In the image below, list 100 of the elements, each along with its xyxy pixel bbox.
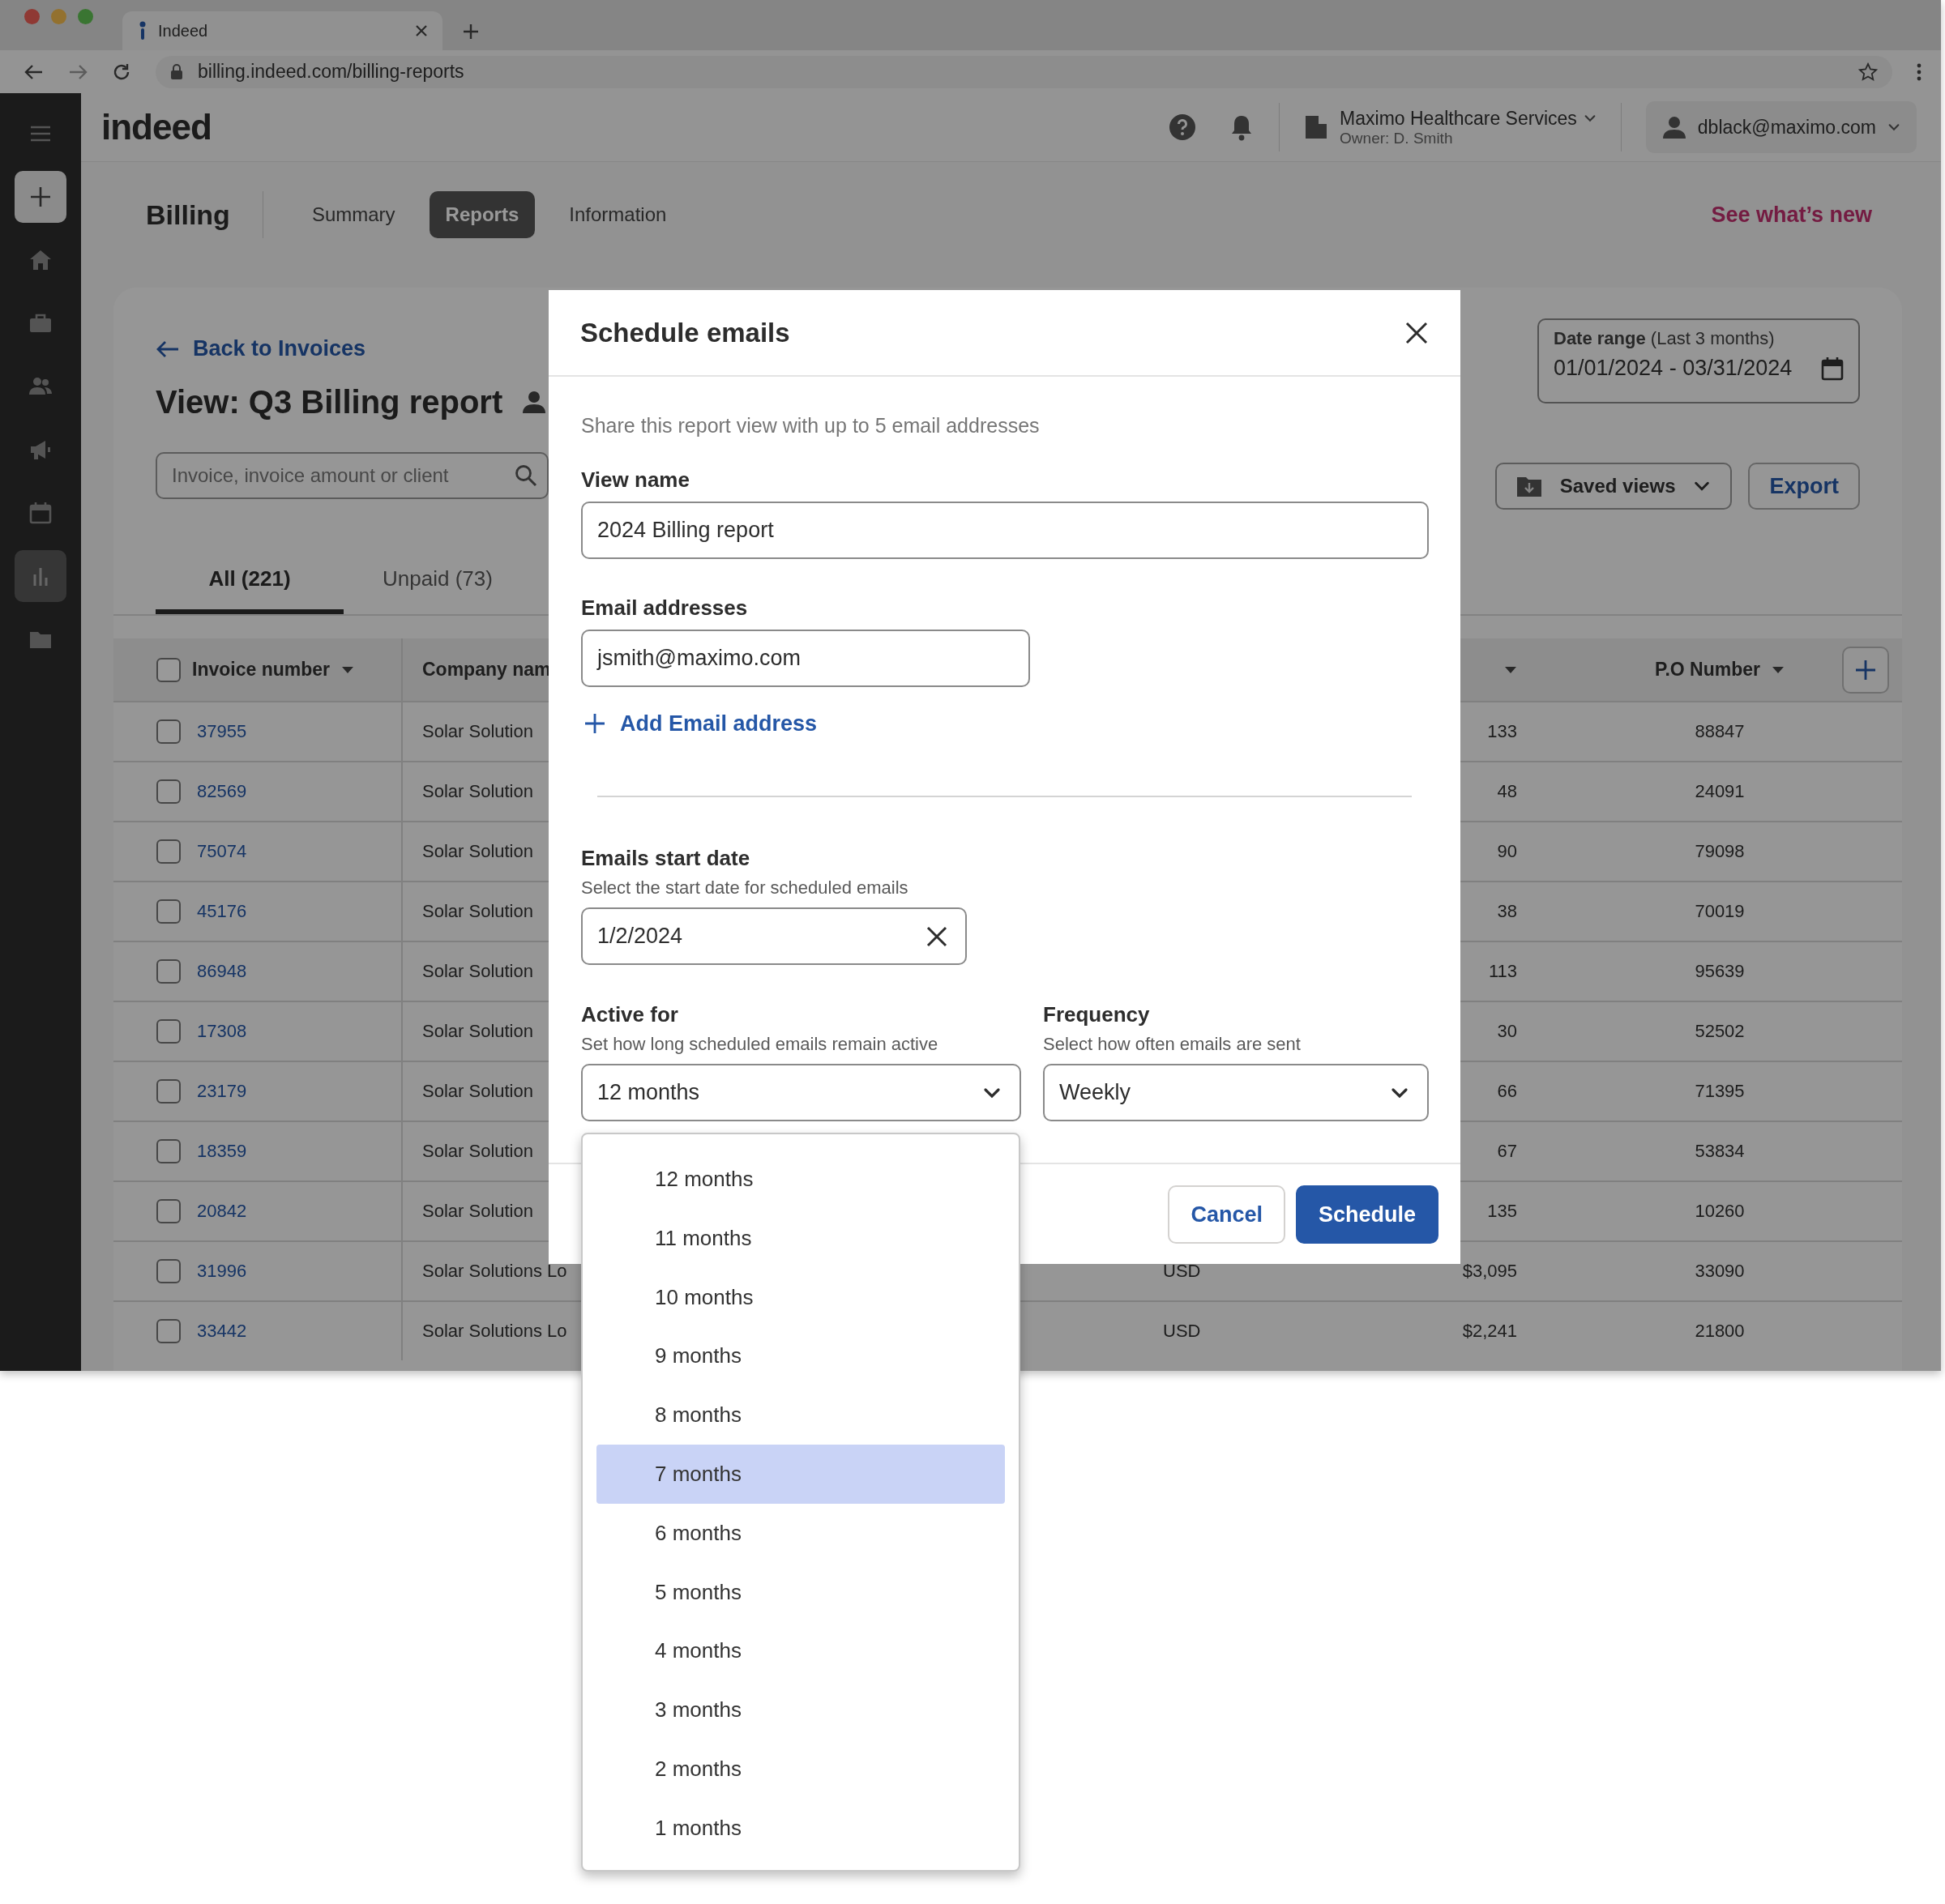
clear-icon[interactable] — [926, 925, 947, 947]
nav-tab[interactable]: Reports — [429, 191, 536, 238]
add-column-button[interactable] — [1842, 646, 1889, 694]
sort-caret-icon[interactable] — [1504, 665, 1517, 674]
checkbox[interactable] — [156, 1319, 181, 1343]
invoice-link[interactable]: 86948 — [197, 961, 247, 982]
date-field[interactable]: 1/2/2024 — [581, 907, 967, 965]
dropdown-option[interactable]: 12 months — [596, 1150, 1005, 1209]
search-icon[interactable] — [515, 464, 537, 487]
table-cell: 66 — [1497, 1081, 1517, 1102]
checkbox[interactable] — [156, 779, 181, 804]
help-icon[interactable] — [1169, 113, 1197, 141]
saved-views-button[interactable]: Saved views — [1494, 463, 1733, 510]
invoice-link[interactable]: 82569 — [197, 781, 247, 802]
whats-new-link[interactable]: See what’s new — [1711, 202, 1872, 228]
invoice-link[interactable]: 37955 — [197, 721, 247, 742]
logo[interactable]: indeed — [101, 107, 212, 147]
new-tab-icon[interactable] — [462, 23, 480, 41]
table-cell: 53834 — [1695, 1141, 1745, 1162]
more-icon[interactable] — [1917, 62, 1921, 82]
checkbox[interactable] — [156, 719, 181, 744]
window-control-icon[interactable] — [24, 8, 40, 24]
table-cell: 38 — [1497, 901, 1517, 922]
table-cell: 133 — [1487, 721, 1517, 742]
close-icon[interactable] — [1405, 321, 1428, 344]
dropdown-option[interactable]: 7 months — [596, 1445, 1005, 1504]
invoice-link[interactable]: 45176 — [197, 901, 247, 922]
filter-tab[interactable]: Unpaid (73) — [344, 553, 532, 614]
export-button[interactable]: Export — [1748, 463, 1860, 510]
user-menu-button[interactable]: dblack@maximo.com — [1645, 101, 1917, 153]
select-field[interactable]: 12 months — [581, 1064, 1021, 1121]
dropdown-option[interactable]: 1 months — [596, 1798, 1005, 1858]
filter-tab[interactable]: All (221) — [156, 553, 344, 614]
back-link[interactable]: Back to Invoices — [156, 336, 366, 361]
nav-tab[interactable]: Information — [553, 191, 683, 238]
arrow-left-icon — [156, 339, 180, 358]
table-cell: Solar Solutions Lo — [422, 1321, 567, 1342]
invoice-link[interactable]: 17308 — [197, 1021, 247, 1042]
email-field[interactable]: jsmith@maximo.com — [581, 630, 1030, 687]
back-icon[interactable] — [24, 63, 44, 80]
cancel-button[interactable]: Cancel — [1168, 1185, 1285, 1244]
checkbox[interactable] — [156, 657, 181, 682]
table-cell: 135 — [1487, 1201, 1517, 1222]
person-icon — [1661, 115, 1686, 139]
dropdown-option[interactable]: 4 months — [596, 1621, 1005, 1681]
dropdown-option[interactable]: 8 months — [596, 1385, 1005, 1445]
checkbox[interactable] — [156, 959, 181, 984]
table-cell: 88847 — [1695, 721, 1745, 742]
select-field[interactable]: Weekly — [1043, 1064, 1429, 1121]
dropdown-option[interactable]: 5 months — [596, 1562, 1005, 1622]
dropdown-option[interactable]: 9 months — [596, 1326, 1005, 1386]
sort-caret-icon[interactable] — [341, 665, 354, 674]
close-tab-icon[interactable] — [415, 24, 428, 37]
dropdown-option[interactable]: 11 months — [596, 1208, 1005, 1268]
sidebar-button[interactable] — [15, 550, 66, 602]
field-hint: Select the start date for scheduled emails — [581, 877, 908, 899]
field-hint: Select how often emails are sent — [1043, 1033, 1302, 1056]
checkbox[interactable] — [156, 1139, 181, 1163]
bookmark-star-icon[interactable] — [1858, 62, 1878, 82]
table-cell: Solar Solution — [422, 841, 533, 862]
table-cell: 113 — [1488, 961, 1517, 982]
dropdown-option[interactable]: 2 months — [596, 1739, 1005, 1799]
invoice-link[interactable]: 33442 — [197, 1321, 247, 1342]
table-cell: 33090 — [1695, 1261, 1745, 1282]
schedule-button[interactable]: Schedule — [1295, 1185, 1438, 1244]
checkbox[interactable] — [156, 1019, 181, 1044]
text-field[interactable]: 2024 Billing report — [581, 502, 1429, 559]
table-cell: 52502 — [1695, 1021, 1745, 1042]
invoice-link[interactable]: 23179 — [197, 1081, 247, 1102]
field-label: Emails start date — [581, 845, 750, 872]
add-email-link[interactable]: Add Email address — [581, 710, 818, 737]
checkbox[interactable] — [156, 899, 181, 924]
table-cell: 67 — [1497, 1141, 1517, 1162]
forward-icon[interactable] — [68, 63, 88, 80]
reload-icon[interactable] — [112, 62, 131, 82]
table-cell: Solar Solution — [422, 1141, 533, 1162]
table-cell: USD — [1163, 1321, 1201, 1342]
dropdown-option[interactable]: 3 months — [596, 1680, 1005, 1740]
modal-title: Schedule emails — [580, 317, 790, 348]
checkbox[interactable] — [156, 1079, 181, 1104]
search-field[interactable]: Invoice, invoice amount or client — [156, 452, 549, 499]
browser-tab[interactable]: Indeed — [122, 11, 442, 50]
checkbox[interactable] — [156, 1259, 181, 1283]
dropdown-option[interactable]: 6 months — [596, 1503, 1005, 1563]
invoice-link[interactable]: 20842 — [197, 1201, 247, 1222]
sidebar-button[interactable] — [15, 171, 66, 223]
field-label: Active for — [581, 1001, 679, 1028]
sort-caret-icon[interactable] — [1771, 665, 1785, 674]
nav-tab[interactable]: Summary — [295, 191, 412, 238]
invoice-link[interactable]: 31996 — [197, 1261, 247, 1282]
account-switcher[interactable]: Maximo Healthcare Services — [1340, 107, 1597, 130]
date-range-field[interactable]: Date range (Last 3 months) 01/01/2024 - 03/31/2024 — [1537, 318, 1860, 403]
table-cell: Solar Solution — [422, 1081, 533, 1102]
checkbox[interactable] — [156, 1199, 181, 1223]
checkbox[interactable] — [156, 839, 181, 864]
address-bar[interactable]: billing.indeed.com/billing-reports — [156, 55, 1892, 88]
invoice-link[interactable]: 75074 — [197, 841, 247, 862]
dropdown-option[interactable]: 10 months — [596, 1267, 1005, 1327]
lock-icon — [170, 63, 183, 80]
invoice-link[interactable]: 18359 — [197, 1141, 247, 1162]
